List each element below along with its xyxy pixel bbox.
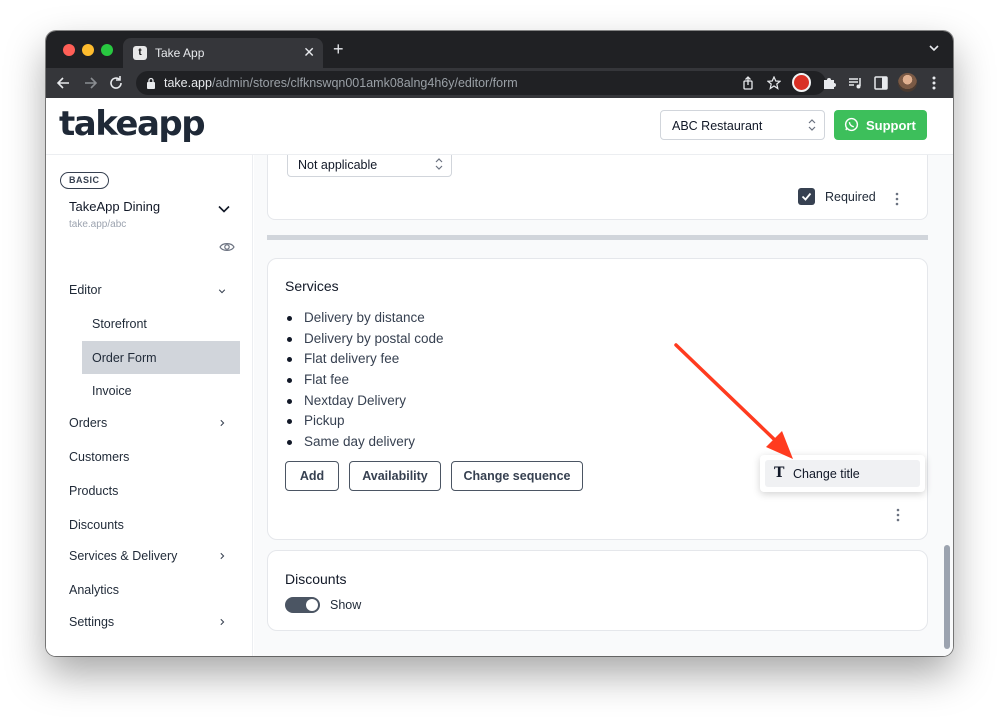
sidebar-item-order-form[interactable]: Order Form bbox=[82, 341, 240, 374]
field-select-value: Not applicable bbox=[298, 158, 378, 172]
back-icon[interactable] bbox=[54, 73, 74, 93]
media-icon[interactable] bbox=[847, 75, 863, 91]
check-icon bbox=[801, 192, 812, 201]
list-item: Same day delivery bbox=[285, 432, 444, 453]
sidepanel-icon[interactable] bbox=[873, 75, 889, 91]
more-options-icon[interactable] bbox=[895, 192, 899, 206]
field-select[interactable]: Not applicable bbox=[287, 155, 452, 177]
services-list: Delivery by distance Delivery by postal … bbox=[285, 308, 444, 453]
change-title-label: Change title bbox=[793, 467, 860, 481]
list-item: Nextday Delivery bbox=[285, 391, 444, 412]
share-icon[interactable] bbox=[741, 76, 755, 90]
sidebar-item-orders[interactable]: Orders bbox=[69, 416, 107, 430]
close-window-button[interactable] bbox=[63, 44, 75, 56]
sidebar-item-storefront[interactable]: Storefront bbox=[92, 317, 147, 331]
list-item: Delivery by distance bbox=[285, 308, 444, 329]
url-text: take.app/admin/stores/clfknswqn001amk08a… bbox=[164, 76, 518, 90]
plan-badge: BASIC bbox=[60, 172, 109, 189]
extension-icon[interactable] bbox=[792, 73, 811, 92]
form-field-card: Not applicable Required bbox=[267, 155, 928, 220]
forward-icon[interactable] bbox=[80, 73, 100, 93]
favicon-icon: t bbox=[133, 46, 147, 60]
show-label: Show bbox=[330, 598, 362, 612]
sidebar-item-label: Order Form bbox=[92, 351, 157, 365]
web-page: takeapp ABC Restaurant Support BASIC Tak… bbox=[46, 98, 953, 656]
list-item: Delivery by postal code bbox=[285, 329, 444, 350]
lock-icon bbox=[147, 77, 155, 89]
section-divider bbox=[267, 235, 928, 240]
sidebar-item-services-delivery[interactable]: Services & Delivery bbox=[69, 549, 177, 563]
scrollbar[interactable] bbox=[944, 545, 950, 649]
minimize-window-button[interactable] bbox=[82, 44, 94, 56]
more-options-icon[interactable] bbox=[896, 508, 900, 522]
browser-tab[interactable]: t Take App ✕ bbox=[123, 38, 323, 68]
star-icon[interactable] bbox=[767, 76, 781, 90]
chevron-right-icon[interactable] bbox=[218, 418, 226, 428]
required-label: Required bbox=[825, 190, 876, 204]
chevron-right-icon[interactable] bbox=[218, 551, 226, 561]
sidebar: BASIC TakeApp Dining take.app/abc Editor… bbox=[46, 155, 253, 656]
eye-icon[interactable] bbox=[219, 241, 235, 253]
puzzle-icon[interactable] bbox=[821, 75, 837, 91]
select-chevron-icon bbox=[808, 119, 816, 131]
tab-search-chevron-icon[interactable] bbox=[927, 41, 941, 55]
sidebar-item-editor[interactable]: Editor bbox=[69, 283, 102, 297]
takeapp-logo[interactable]: takeapp bbox=[59, 104, 206, 144]
change-title-menu-item[interactable]: T Change title bbox=[765, 460, 920, 487]
add-button[interactable]: Add bbox=[285, 461, 339, 491]
sidebar-item-analytics[interactable]: Analytics bbox=[69, 583, 119, 597]
store-select-value: ABC Restaurant bbox=[672, 119, 763, 133]
text-icon: T bbox=[774, 465, 785, 481]
profile-avatar[interactable] bbox=[898, 73, 917, 92]
tab-title: Take App bbox=[155, 46, 205, 60]
chevron-right-icon[interactable] bbox=[218, 617, 226, 627]
discounts-title: Discounts bbox=[285, 571, 347, 587]
store-select[interactable]: ABC Restaurant bbox=[660, 110, 825, 140]
support-button[interactable]: Support bbox=[834, 110, 927, 140]
options-menu: T Change title bbox=[760, 455, 925, 492]
required-checkbox[interactable] bbox=[798, 188, 815, 205]
maximize-window-button[interactable] bbox=[101, 44, 113, 56]
main-content: Not applicable Required Services Deliver… bbox=[254, 155, 953, 656]
discounts-card: Discounts Show bbox=[267, 550, 928, 631]
menu-icon[interactable] bbox=[926, 75, 942, 91]
sidebar-item-invoice[interactable]: Invoice bbox=[92, 384, 132, 398]
sidebar-item-discounts[interactable]: Discounts bbox=[69, 518, 124, 532]
store-url: take.app/abc bbox=[69, 219, 127, 230]
browser-toolbar: take.app/admin/stores/clfknswqn001amk08a… bbox=[46, 68, 953, 98]
list-item: Flat fee bbox=[285, 370, 444, 391]
list-item: Flat delivery fee bbox=[285, 349, 444, 370]
sidebar-item-customers[interactable]: Customers bbox=[69, 450, 129, 464]
change-sequence-button[interactable]: Change sequence bbox=[451, 461, 583, 491]
whatsapp-icon bbox=[844, 117, 859, 132]
support-label: Support bbox=[866, 118, 916, 133]
app-header: takeapp ABC Restaurant Support bbox=[46, 98, 953, 155]
list-item: Pickup bbox=[285, 411, 444, 432]
tab-close-icon[interactable]: ✕ bbox=[303, 44, 315, 60]
sidebar-item-products[interactable]: Products bbox=[69, 484, 118, 498]
chevron-down-icon[interactable] bbox=[218, 286, 226, 296]
sidebar-item-settings[interactable]: Settings bbox=[69, 615, 114, 629]
new-tab-icon[interactable]: + bbox=[333, 40, 344, 58]
availability-button[interactable]: Availability bbox=[349, 461, 441, 491]
show-toggle[interactable] bbox=[285, 597, 320, 613]
chevron-down-icon[interactable] bbox=[218, 205, 230, 213]
reload-icon[interactable] bbox=[106, 73, 126, 93]
select-chevron-icon bbox=[435, 158, 443, 170]
browser-window: t Take App ✕ + take.app/admin/stores/clf… bbox=[46, 31, 953, 656]
services-title: Services bbox=[285, 278, 339, 294]
store-name[interactable]: TakeApp Dining bbox=[69, 199, 160, 214]
services-card: Services Delivery by distance Delivery b… bbox=[267, 258, 928, 540]
tab-strip: t Take App ✕ + bbox=[46, 31, 953, 68]
address-bar[interactable]: take.app/admin/stores/clfknswqn001amk08a… bbox=[136, 71, 826, 95]
